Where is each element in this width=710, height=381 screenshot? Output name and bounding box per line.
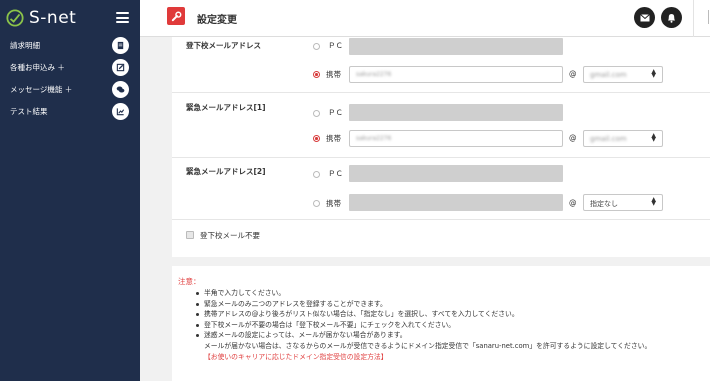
section-label-emergency-2: 緊急メールアドレス[2] (186, 167, 266, 176)
section-label-commute: 登下校メールアドレス (186, 41, 261, 50)
mobile-radio-emergency-1[interactable] (313, 135, 320, 142)
notes-panel: 注意： 半角で入力してください。 緊急メールのみ二つのアドレスを登録することがで… (172, 266, 710, 381)
row-divider (172, 157, 710, 158)
domain-settings-link[interactable]: 【お使いのキャリアに応じたドメイン指定受信の設定方法】 (196, 352, 651, 363)
chart-icon (112, 102, 129, 120)
notes-title: 注意： (178, 277, 201, 286)
pc-email-field-emergency-1[interactable] (349, 104, 563, 121)
mail-button[interactable] (634, 7, 655, 28)
page-title: 設定変更 (197, 15, 237, 26)
sidebar-item-label: 各種お申込み ＋ (10, 62, 65, 72)
list-item: 登下校メールが不要の場合は「登下校メール不要」にチェックを入れてください。 (196, 320, 651, 331)
domain-select-emergency-2[interactable]: 指定なし ▲ ▼ (583, 194, 663, 211)
edit-icon (112, 58, 129, 76)
pc-radio-commute[interactable] (313, 43, 320, 50)
mail-icon (639, 13, 650, 21)
list-item: 緊急メールのみ二つのアドレスを登録することができます。 (196, 299, 651, 310)
chat-icon (112, 80, 129, 98)
mobile-email-field-commute[interactable]: sakura2276 (349, 66, 563, 83)
sidebar-item-label: テスト結果 (10, 106, 48, 116)
row-divider (172, 92, 710, 93)
section-label-emergency-1: 緊急メールアドレス[1] (186, 103, 266, 112)
pc-label: ＰＣ (328, 169, 343, 178)
pc-email-field-commute[interactable] (349, 38, 563, 55)
header-divider (693, 0, 694, 37)
header: 設定変更 (140, 0, 710, 37)
pc-label: ＰＣ (328, 41, 343, 50)
pc-email-field-emergency-2[interactable] (349, 165, 563, 182)
sidebar-item-billing[interactable]: 請求明細 (0, 35, 140, 55)
list-item: 携帯アドレスの@より後ろがリスト似ない場合は、「指定なし」を選択し、すべてを入力… (196, 309, 651, 320)
no-commute-mail-label[interactable]: 登下校メール不要 (200, 230, 260, 241)
mobile-email-field-emergency-1[interactable]: sakura2276 (349, 130, 563, 147)
email-settings-form: 登下校メールアドレス ＰＣ 携帯 sakura2276 @ gmail.com ▲… (172, 37, 710, 257)
select-arrow-icon: ▲ ▼ (651, 68, 656, 79)
sidebar-item-applications[interactable]: 各種お申込み ＋ (0, 57, 140, 77)
at-sign: @ (569, 133, 577, 142)
notification-button[interactable] (661, 7, 682, 28)
document-icon (112, 36, 129, 54)
pc-label: ＰＣ (328, 108, 343, 117)
mobile-radio-commute[interactable] (313, 71, 320, 78)
no-commute-mail-checkbox[interactable] (186, 231, 194, 239)
sidebar-item-label: 請求明細 (10, 40, 40, 50)
notes-list: 半角で入力してください。 緊急メールのみ二つのアドレスを登録することができます。… (196, 288, 651, 362)
sidebar-item-label: メッセージ機能 ＋ (10, 84, 73, 94)
row-divider (172, 219, 710, 220)
logo-icon (6, 9, 24, 27)
select-arrow-icon: ▲ ▼ (651, 132, 656, 143)
bell-icon (668, 13, 675, 23)
mobile-label: 携帯 (326, 70, 341, 79)
domain-select-emergency-1[interactable]: gmail.com ▲ ▼ (583, 130, 663, 147)
sidebar-item-test-results[interactable]: テスト結果 (0, 101, 140, 121)
mobile-label: 携帯 (326, 199, 341, 208)
pc-radio-emergency-2[interactable] (313, 171, 320, 178)
sidebar: S-net 請求明細 各種お申込み ＋ メッセージ機能 ＋ テスト結果 (0, 0, 140, 381)
list-item: 迷惑メールの設定によっては、メールが届かない場合があります。 (196, 330, 651, 341)
at-sign: @ (569, 69, 577, 78)
at-sign: @ (569, 198, 577, 207)
logo[interactable]: S-net (6, 6, 76, 30)
logo-text: S-net (29, 8, 77, 28)
sidebar-item-messages[interactable]: メッセージ機能 ＋ (0, 79, 140, 99)
mobile-radio-emergency-2[interactable] (313, 200, 320, 207)
menu-toggle-icon[interactable] (116, 12, 129, 23)
note-sub-text: メールが届かない場合は、さなるからのメールが受信できるようにドメイン指定受信で「… (204, 341, 652, 350)
select-arrow-icon: ▲ ▼ (651, 196, 656, 207)
mobile-email-field-emergency-2[interactable] (349, 194, 563, 211)
mobile-label: 携帯 (326, 134, 341, 143)
wrench-icon (167, 7, 185, 25)
domain-select-commute[interactable]: gmail.com ▲ ▼ (583, 66, 663, 83)
list-item: 半角で入力してください。 (196, 288, 651, 299)
pc-radio-emergency-1[interactable] (313, 110, 320, 117)
